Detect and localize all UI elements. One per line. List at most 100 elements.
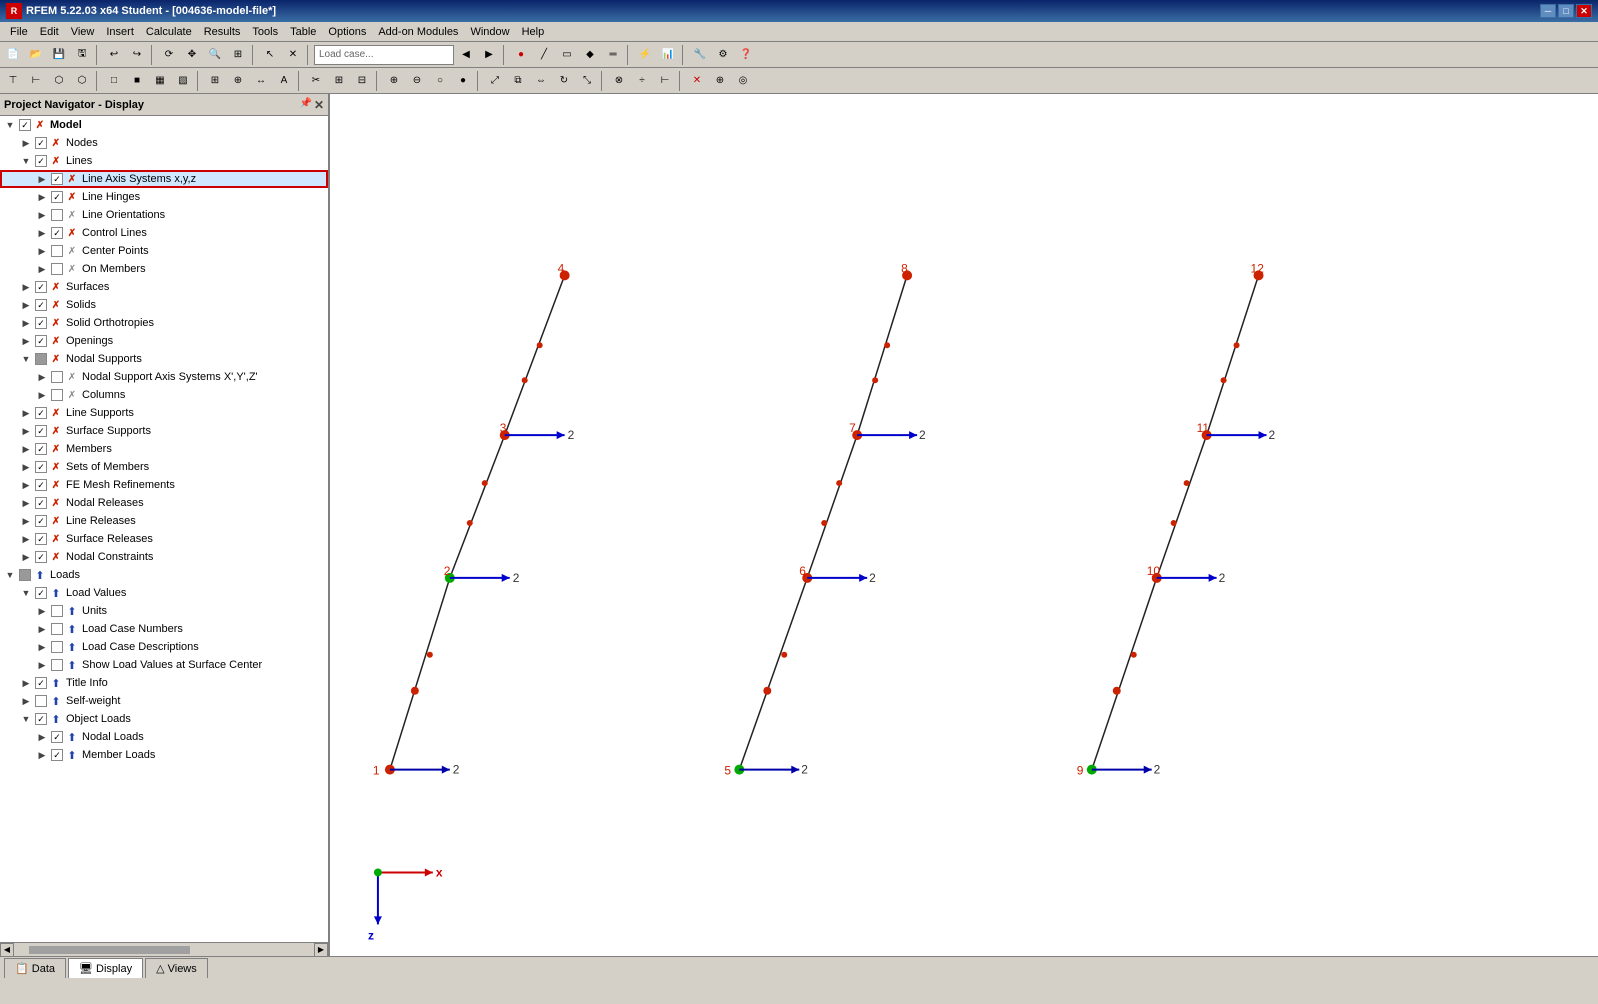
- select-btn[interactable]: ↖: [259, 44, 281, 66]
- tree-item-model[interactable]: ▼ ✗ Model: [0, 116, 328, 134]
- tree-item-columns[interactable]: ▶ ✗ Columns: [0, 386, 328, 404]
- tree-item-nodal-support-axis[interactable]: ▶ ✗ Nodal Support Axis Systems X',Y',Z': [0, 368, 328, 386]
- tree-expander[interactable]: ▶: [18, 512, 34, 530]
- close-btn[interactable]: ✕: [1576, 4, 1592, 18]
- checkbox[interactable]: [51, 731, 63, 743]
- arrow-right-btn[interactable]: ▶: [478, 44, 500, 66]
- tree-expander[interactable]: ▶: [18, 458, 34, 476]
- surface-btn[interactable]: ▭: [556, 44, 578, 66]
- tree-expander[interactable]: ▼: [18, 710, 34, 728]
- node-btn[interactable]: ●: [510, 44, 532, 66]
- hscroll-right[interactable]: ▶: [314, 943, 328, 957]
- checkbox[interactable]: [35, 497, 47, 509]
- more-btn3[interactable]: ❓: [735, 44, 757, 66]
- tree-expander[interactable]: ▶: [18, 440, 34, 458]
- checkbox[interactable]: [51, 371, 63, 383]
- checkbox[interactable]: [35, 317, 47, 329]
- tree-expander[interactable]: ▶: [18, 134, 34, 152]
- checkbox[interactable]: [51, 641, 63, 653]
- rotate-obj[interactable]: ↻: [553, 70, 575, 92]
- snap-btn[interactable]: ⊕: [227, 70, 249, 92]
- divide-btn[interactable]: ÷: [631, 70, 653, 92]
- tree-expander[interactable]: ▶: [34, 746, 50, 764]
- tree-expander[interactable]: ▶: [34, 728, 50, 746]
- checkbox[interactable]: [35, 713, 47, 725]
- tree-expander[interactable]: ▶: [34, 368, 50, 386]
- render-shade[interactable]: ▧: [172, 70, 194, 92]
- tree-expander[interactable]: ▶: [18, 296, 34, 314]
- tree-item-load-case-desc[interactable]: ▶ ⬆ Load Case Descriptions: [0, 638, 328, 656]
- tree-item-nodal-supports[interactable]: ▼ ✗ Nodal Supports: [0, 350, 328, 368]
- save-btn[interactable]: 💾: [48, 44, 70, 66]
- maximize-btn[interactable]: □: [1558, 4, 1574, 18]
- save-all-btn[interactable]: 🖫: [71, 44, 93, 66]
- rotate-btn[interactable]: ⟳: [158, 44, 180, 66]
- pan-btn[interactable]: ✥: [181, 44, 203, 66]
- tree-item-member-loads[interactable]: ▶ ⬆ Member Loads: [0, 746, 328, 764]
- line-btn[interactable]: ╱: [533, 44, 555, 66]
- clip1[interactable]: ✂: [305, 70, 327, 92]
- tree-expander[interactable]: ▶: [34, 170, 50, 188]
- tree-item-line-axis[interactable]: ▶ ✗ Line Axis Systems x,y,z: [0, 170, 328, 188]
- tree-item-on-members[interactable]: ▶ ✗ On Members: [0, 260, 328, 278]
- tree-expander[interactable]: ▶: [34, 602, 50, 620]
- menu-item-results[interactable]: Results: [198, 24, 247, 40]
- special3[interactable]: ◎: [732, 70, 754, 92]
- tree-expander[interactable]: ▼: [2, 566, 18, 584]
- tree-expander[interactable]: ▶: [18, 332, 34, 350]
- special1[interactable]: ✕: [686, 70, 708, 92]
- tab-display[interactable]: 🖥 Display: [68, 958, 143, 978]
- menu-item-file[interactable]: File: [4, 24, 34, 40]
- calc-btn[interactable]: ⚡: [634, 44, 656, 66]
- menu-item-tools[interactable]: Tools: [246, 24, 284, 40]
- checkbox[interactable]: [35, 281, 47, 293]
- checkbox[interactable]: [35, 533, 47, 545]
- tree-item-fe-mesh[interactable]: ▶ ✗ FE Mesh Refinements: [0, 476, 328, 494]
- tree-item-sets-of-members[interactable]: ▶ ✗ Sets of Members: [0, 458, 328, 476]
- menu-item-edit[interactable]: Edit: [34, 24, 65, 40]
- copy-btn[interactable]: ⧉: [507, 70, 529, 92]
- zoom-btn[interactable]: 🔍: [204, 44, 226, 66]
- tree-expander[interactable]: ▼: [18, 350, 34, 368]
- checkbox[interactable]: [51, 263, 63, 275]
- render-wire[interactable]: □: [103, 70, 125, 92]
- nav-tree[interactable]: ▼ ✗ Model ▶ ✗ Nodes ▼ ✗ Lines ▶: [0, 116, 328, 942]
- checkbox[interactable]: [35, 299, 47, 311]
- checkbox[interactable]: [35, 443, 47, 455]
- checkbox[interactable]: [35, 407, 47, 419]
- tree-expander[interactable]: ▶: [18, 476, 34, 494]
- tree-item-solids[interactable]: ▶ ✗ Solids: [0, 296, 328, 314]
- checkbox[interactable]: [35, 677, 47, 689]
- tree-item-object-loads[interactable]: ▼ ⬆ Object Loads: [0, 710, 328, 728]
- undo-btn[interactable]: ↩: [103, 44, 125, 66]
- tree-expander[interactable]: ▼: [2, 116, 18, 134]
- checkbox[interactable]: [35, 425, 47, 437]
- tree-expander[interactable]: ▶: [18, 278, 34, 296]
- tree-expander[interactable]: ▶: [34, 224, 50, 242]
- tree-expander[interactable]: ▶: [34, 638, 50, 656]
- tree-expander[interactable]: ▶: [18, 674, 34, 692]
- checkbox[interactable]: [51, 389, 63, 401]
- tree-item-nodal-releases[interactable]: ▶ ✗ Nodal Releases: [0, 494, 328, 512]
- hscroll-thumb[interactable]: [28, 945, 191, 955]
- tree-expander[interactable]: ▶: [18, 530, 34, 548]
- tree-item-surfaces[interactable]: ▶ ✗ Surfaces: [0, 278, 328, 296]
- view-top[interactable]: ⊤: [2, 70, 24, 92]
- nav-hscroll[interactable]: ◀ ▶: [0, 942, 328, 956]
- view-front[interactable]: ⊢: [25, 70, 47, 92]
- checkbox[interactable]: [35, 335, 47, 347]
- tree-item-load-values[interactable]: ▼ ⬆ Load Values: [0, 584, 328, 602]
- menu-item-options[interactable]: Options: [322, 24, 372, 40]
- tree-item-show-load-values[interactable]: ▶ ⬆ Show Load Values at Surface Center: [0, 656, 328, 674]
- dim-btn[interactable]: ↔: [250, 70, 272, 92]
- checkbox[interactable]: [51, 191, 63, 203]
- checkbox[interactable]: [35, 587, 47, 599]
- tree-item-control-lines[interactable]: ▶ ✗ Control Lines: [0, 224, 328, 242]
- tree-expander[interactable]: ▶: [18, 422, 34, 440]
- tree-item-solid-ortho[interactable]: ▶ ✗ Solid Orthotropies: [0, 314, 328, 332]
- member-btn[interactable]: ═: [602, 44, 624, 66]
- intersect-btn[interactable]: ⊗: [608, 70, 630, 92]
- tree-item-lines[interactable]: ▼ ✗ Lines: [0, 152, 328, 170]
- checkbox[interactable]: [51, 605, 63, 617]
- menu-item-add-on-modules[interactable]: Add-on Modules: [372, 24, 464, 40]
